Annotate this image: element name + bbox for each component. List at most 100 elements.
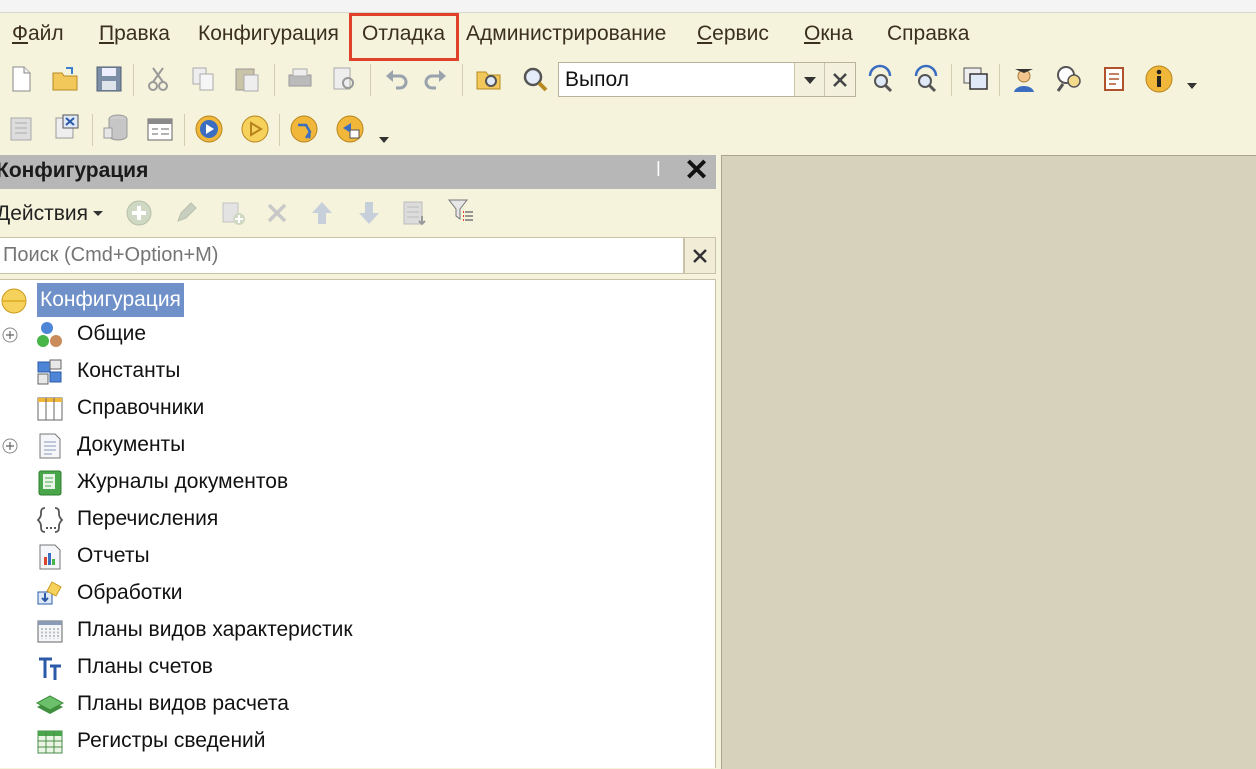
document-journals-icon <box>38 470 62 496</box>
tree-item-label: Общие <box>77 322 147 345</box>
tree-root-row[interactable]: Конфигурация <box>0 280 700 317</box>
menu-bar: Файл Правка Конфигурация Отладка Админис… <box>0 13 1256 55</box>
toolbar-separator <box>133 64 134 96</box>
tree-item-label: Планы видов расчета <box>77 692 289 715</box>
catalogs-icon <box>37 397 63 421</box>
tree-view-icon[interactable] <box>6 114 36 144</box>
toolbar-separator <box>999 64 1000 96</box>
tree-search-field[interactable] <box>0 237 684 274</box>
paste-icon[interactable] <box>232 64 262 94</box>
copy-item-icon[interactable] <box>218 198 248 228</box>
toolbar-separator <box>951 64 952 96</box>
connect-debug-icon[interactable] <box>335 114 365 144</box>
highlight-annotation-box <box>349 13 459 61</box>
tree-item-data-processors[interactable]: Обработки <box>0 576 700 613</box>
cut-icon[interactable] <box>143 64 173 94</box>
run-enterprise-icon[interactable] <box>240 114 270 144</box>
syntax-assistant-icon[interactable] <box>1009 64 1039 94</box>
tree-item-enums[interactable]: Перечисления <box>0 502 700 539</box>
workspace-area <box>721 155 1256 769</box>
toolbar-overflow-icon[interactable] <box>1182 74 1202 94</box>
tree-item-document-journals[interactable]: Журналы документов <box>0 465 700 502</box>
toolbar-search-value[interactable]: Выпол <box>565 68 629 92</box>
configuration-root-icon <box>1 288 27 314</box>
toolbar-search-combobox[interactable]: Выпол <box>558 62 856 97</box>
menu-administration[interactable]: Администрирование <box>466 21 666 47</box>
chart-of-calculation-types-icon <box>35 695 65 714</box>
tree-item-information-registers[interactable]: Регистры сведений <box>0 724 700 761</box>
expand-icon[interactable] <box>2 438 18 454</box>
menu-service[interactable]: Сервис <box>697 21 769 47</box>
close-icon <box>833 73 847 87</box>
tree-item-reports[interactable]: Отчеты <box>0 539 700 576</box>
print-preview-icon[interactable] <box>329 64 359 94</box>
tree-root-label[interactable]: Конфигурация <box>37 283 184 317</box>
tree-search-input[interactable] <box>1 243 665 268</box>
help-search-icon[interactable] <box>1055 64 1085 94</box>
configuration-tree: Конфигурация Общие Константы Справочники… <box>0 279 716 768</box>
find-previous-icon[interactable] <box>910 64 940 94</box>
tree-item-label: Обработки <box>77 581 183 604</box>
tree-item-label: Журналы документов <box>77 470 289 493</box>
constants-icon <box>37 359 62 385</box>
info-icon[interactable] <box>1144 64 1174 94</box>
clear-search-button[interactable] <box>824 63 855 96</box>
help-contents-icon[interactable] <box>1099 64 1129 94</box>
information-registers-icon <box>37 730 63 754</box>
close-panel-button[interactable]: ✕ <box>684 156 709 186</box>
undo-icon[interactable] <box>382 64 412 94</box>
edit-icon[interactable] <box>171 198 201 228</box>
save-icon[interactable] <box>94 64 124 94</box>
pin-icon[interactable]: ꟾ <box>656 161 661 181</box>
tree-item-common[interactable]: Общие <box>0 317 700 354</box>
expand-icon[interactable] <box>2 327 18 343</box>
open-folder-icon[interactable] <box>50 64 80 94</box>
tree-item-label: Планы счетов <box>77 655 213 678</box>
toolbar-separator <box>92 114 93 146</box>
tree-item-documents[interactable]: Документы <box>0 428 700 465</box>
tree-search-clear-button[interactable] <box>684 237 716 274</box>
tree-item-chart-of-accounts[interactable]: Планы счетов <box>0 650 700 687</box>
menu-configuration[interactable]: Конфигурация <box>198 21 339 47</box>
toolbar-overflow-icon[interactable] <box>374 130 394 150</box>
chart-of-accounts-icon <box>39 657 61 680</box>
data-processors-icon <box>37 581 62 605</box>
actions-menu-button[interactable]: Действия <box>0 202 105 226</box>
redo-icon[interactable] <box>420 64 450 94</box>
find-in-folder-icon[interactable] <box>474 64 504 94</box>
tree-item-chart-of-calculation-types[interactable]: Планы видов расчета <box>0 687 700 724</box>
add-icon[interactable] <box>124 198 154 228</box>
toolbar-separator <box>274 64 275 96</box>
toolbar-separator <box>370 64 371 96</box>
tree-item-constants[interactable]: Константы <box>0 354 700 391</box>
start-debugging-icon[interactable] <box>194 114 224 144</box>
debug-config-icon[interactable] <box>289 114 319 144</box>
menu-edit[interactable]: Правка <box>99 21 170 47</box>
windows-icon[interactable] <box>961 64 991 94</box>
tree-item-catalogs[interactable]: Справочники <box>0 391 700 428</box>
filter-icon[interactable] <box>446 196 476 226</box>
copy-icon[interactable] <box>188 64 218 94</box>
form-icon[interactable] <box>145 114 175 144</box>
tree-item-label: Документы <box>77 433 186 456</box>
move-down-icon[interactable] <box>354 198 384 228</box>
search-icon[interactable] <box>520 64 550 94</box>
database-icon[interactable] <box>101 112 131 142</box>
find-next-icon[interactable] <box>866 64 896 94</box>
move-up-icon[interactable] <box>307 198 337 228</box>
print-icon[interactable] <box>285 64 315 94</box>
dropdown-button[interactable] <box>794 63 825 96</box>
chart-of-characteristic-types-icon <box>37 620 63 643</box>
compare-icon[interactable] <box>52 112 82 142</box>
panel-header: Конфигурация ꟾ ✕ <box>0 155 716 189</box>
menu-help[interactable]: Справка <box>887 21 969 47</box>
tree-item-chart-of-characteristic-types[interactable]: Планы видов характеристик <box>0 613 700 650</box>
delete-icon[interactable] <box>262 198 292 228</box>
menu-windows[interactable]: Окна <box>804 21 853 47</box>
tree-item-label: Планы видов характеристик <box>77 618 353 641</box>
tree-item-label: Справочники <box>77 396 205 419</box>
tree-item-label: Отчеты <box>77 544 150 567</box>
new-document-icon[interactable] <box>6 64 36 94</box>
sort-icon[interactable] <box>400 198 430 228</box>
menu-file[interactable]: Файл <box>12 21 64 47</box>
